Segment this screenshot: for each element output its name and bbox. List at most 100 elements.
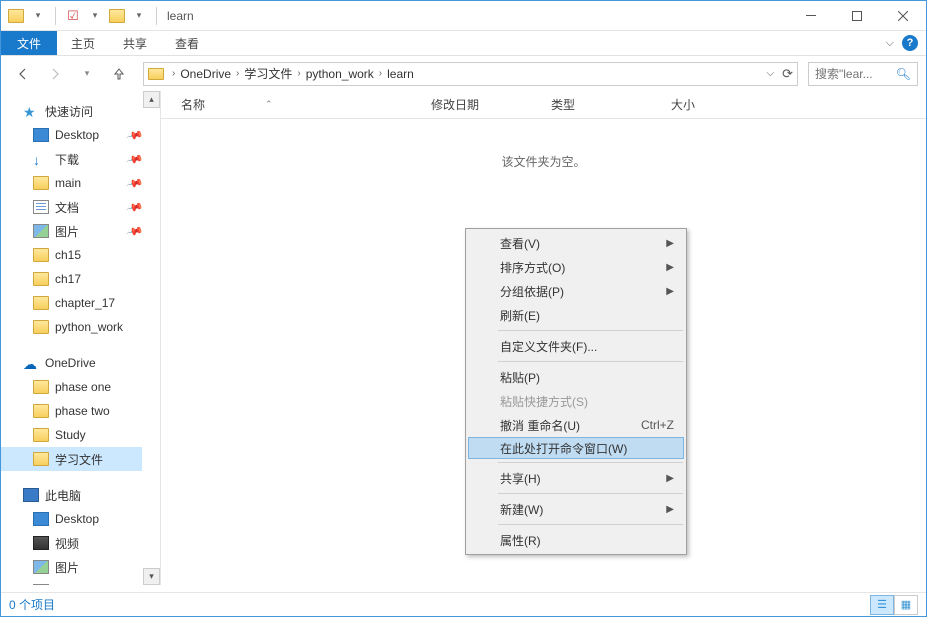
folder-icon <box>33 320 49 334</box>
menu-item[interactable]: 刷新(E) <box>468 303 684 327</box>
address-bar[interactable]: › OneDrive › 学习文件 › python_work › learn … <box>143 62 798 86</box>
tree-item[interactable]: ↓下载📌 <box>1 147 142 171</box>
chevron-right-icon[interactable]: › <box>234 68 241 79</box>
folder-icon <box>33 272 49 286</box>
folder-icon[interactable] <box>108 7 126 25</box>
tree-onedrive[interactable]: ☁OneDrive <box>1 351 142 375</box>
menu-item[interactable]: 分组依据(P)▶ <box>468 279 684 303</box>
shortcut-label: Ctrl+Z <box>641 418 674 432</box>
breadcrumb-item[interactable]: 学习文件 <box>241 63 295 84</box>
folder-icon <box>33 248 49 262</box>
column-size[interactable]: 大小 <box>671 96 791 113</box>
dropdown-icon[interactable]: ⌵ <box>767 68 775 79</box>
file-tab[interactable]: 文件 <box>1 31 57 55</box>
tree-item[interactable]: Desktop📌 <box>1 123 142 147</box>
tree-item[interactable]: 图片 <box>1 555 142 579</box>
view-tab[interactable]: 查看 <box>161 31 213 55</box>
tree-this-pc[interactable]: 此电脑 <box>1 483 142 507</box>
icons-view-button[interactable]: ▦ <box>894 595 918 615</box>
chevron-right-icon: ▶ <box>666 262 674 273</box>
folder-icon[interactable] <box>7 7 25 25</box>
menu-separator <box>498 524 683 525</box>
folder-icon <box>33 296 49 310</box>
download-icon: ↓ <box>33 152 49 166</box>
scroll-down-icon[interactable]: ▾ <box>143 568 160 585</box>
search-icon[interactable]: 🔍︎ <box>896 67 911 81</box>
search-box[interactable]: 🔍︎ <box>808 62 918 86</box>
separator <box>156 7 157 25</box>
chevron-right-icon[interactable]: › <box>377 68 384 79</box>
share-tab[interactable]: 共享 <box>109 31 161 55</box>
pin-icon: 📌 <box>126 150 144 168</box>
tree-item[interactable]: ch15 <box>1 243 142 267</box>
up-button[interactable] <box>105 60 133 88</box>
column-name[interactable]: 名称 <box>181 96 205 113</box>
details-view-button[interactable]: ☰ <box>870 595 894 615</box>
tree-item[interactable]: 文档📌 <box>1 195 142 219</box>
tree-item[interactable]: ch17 <box>1 267 142 291</box>
pin-icon: 📌 <box>126 198 144 216</box>
tree-item[interactable]: chapter_17 <box>1 291 142 315</box>
maximize-button[interactable] <box>834 2 880 30</box>
qat-dropdown-icon[interactable]: ▾ <box>130 7 148 25</box>
menu-item[interactable]: 自定义文件夹(F)... <box>468 334 684 358</box>
home-tab[interactable]: 主页 <box>57 31 109 55</box>
chevron-down-icon[interactable]: ▾ <box>86 7 104 25</box>
menu-separator <box>498 330 683 331</box>
forward-button[interactable] <box>41 60 69 88</box>
close-button[interactable] <box>880 2 926 30</box>
chevron-right-icon: ▶ <box>666 238 674 249</box>
desktop-icon <box>33 128 49 142</box>
search-input[interactable] <box>815 67 885 81</box>
properties-icon[interactable]: ☑ <box>64 7 82 25</box>
tree-item[interactable]: 图片📌 <box>1 219 142 243</box>
tree-item[interactable]: Study <box>1 423 142 447</box>
breadcrumb-item[interactable]: python_work <box>303 65 377 83</box>
doc-icon <box>33 200 49 214</box>
help-icon[interactable]: ? <box>902 35 918 51</box>
column-modified[interactable]: 修改日期 <box>431 96 551 113</box>
item-count: 0 个项目 <box>9 596 55 613</box>
tree-item[interactable]: 学习文件 <box>1 447 142 471</box>
tree-item[interactable]: python_work <box>1 315 142 339</box>
pin-icon: 📌 <box>126 174 144 192</box>
pin-icon: 📌 <box>126 126 144 144</box>
scroll-up-icon[interactable]: ▴ <box>143 91 160 108</box>
title-bar: ▾ ☑ ▾ ▾ learn <box>1 1 926 31</box>
expand-ribbon-icon[interactable]: ⌵ <box>886 37 894 50</box>
menu-item[interactable]: 属性(R) <box>468 528 684 552</box>
menu-separator <box>498 462 683 463</box>
tree-item[interactable]: phase one <box>1 375 142 399</box>
menu-item: 粘贴快捷方式(S) <box>468 389 684 413</box>
menu-item[interactable]: 共享(H)▶ <box>468 466 684 490</box>
recent-dropdown-icon[interactable]: ▾ <box>73 60 101 88</box>
context-menu: 查看(V)▶排序方式(O)▶分组依据(P)▶刷新(E) 自定义文件夹(F)... 粘… <box>465 228 687 555</box>
menu-item[interactable]: 粘贴(P) <box>468 365 684 389</box>
minimize-button[interactable] <box>788 2 834 30</box>
menu-item[interactable]: 在此处打开命令窗口(W) <box>468 437 684 459</box>
breadcrumb-item[interactable]: learn <box>384 65 417 83</box>
breadcrumb-item[interactable]: OneDrive <box>177 65 234 83</box>
menu-item[interactable]: 新建(W)▶ <box>468 497 684 521</box>
chevron-right-icon: ▶ <box>666 286 674 297</box>
refresh-icon[interactable]: ⟳ <box>782 66 793 82</box>
column-headers: 名称 ⌃ 修改日期 类型 大小 <box>161 91 926 119</box>
menu-item[interactable]: 撤消 重命名(U)Ctrl+Z <box>468 413 684 437</box>
chevron-right-icon[interactable]: › <box>170 68 177 79</box>
folder-icon <box>33 404 49 418</box>
column-type[interactable]: 类型 <box>551 96 671 113</box>
navigation-pane[interactable]: ▴ ★快速访问Desktop📌↓下载📌main📌文档📌图片📌ch15ch17ch… <box>1 91 161 585</box>
tree-item[interactable]: main📌 <box>1 171 142 195</box>
menu-item[interactable]: 查看(V)▶ <box>468 231 684 255</box>
pc-icon <box>23 488 39 502</box>
tree-item[interactable]: phase two <box>1 399 142 423</box>
tree-quick-access[interactable]: ★快速访问 <box>1 99 142 123</box>
tree-item[interactable]: 视频 <box>1 531 142 555</box>
chevron-down-icon[interactable]: ▾ <box>29 7 47 25</box>
tree-item[interactable]: 文档 <box>1 579 142 585</box>
chevron-right-icon[interactable]: › <box>295 68 302 79</box>
menu-item[interactable]: 排序方式(O)▶ <box>468 255 684 279</box>
back-button[interactable] <box>9 60 37 88</box>
pin-icon: 📌 <box>126 222 144 240</box>
tree-item[interactable]: Desktop <box>1 507 142 531</box>
